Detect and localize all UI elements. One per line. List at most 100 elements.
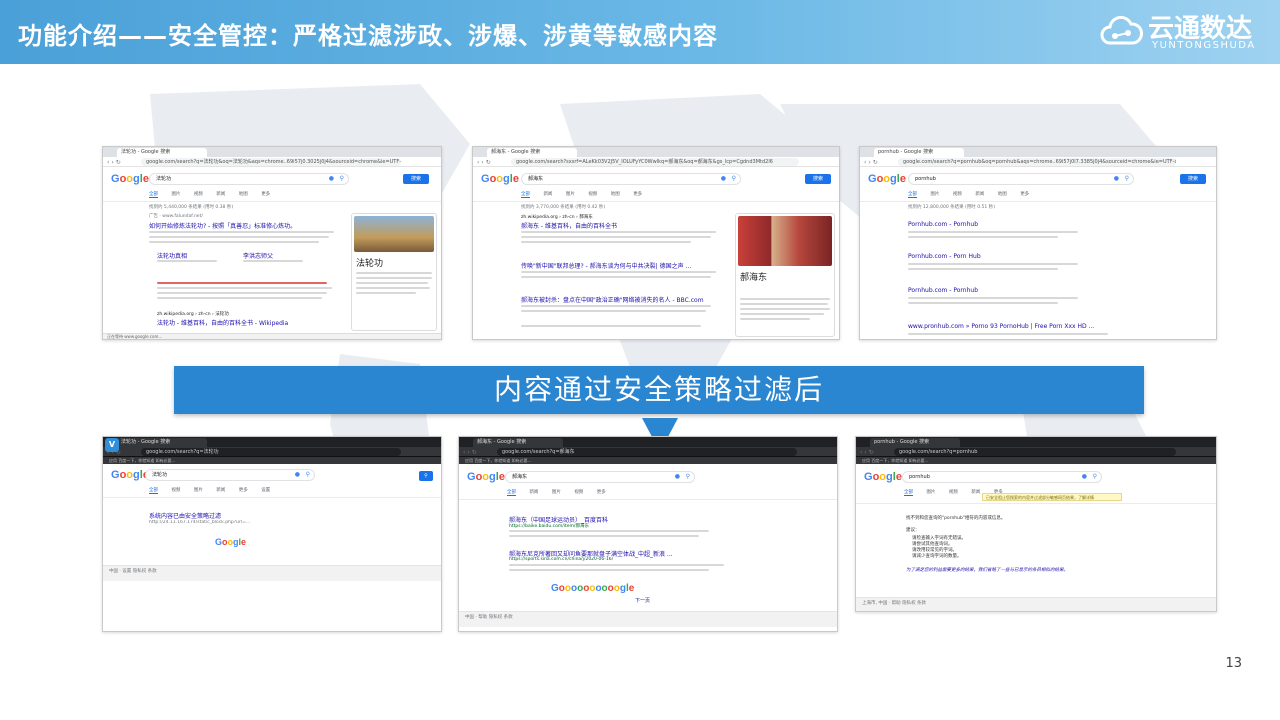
result-title-3[interactable]: Pornhub.com - Pornhub: [908, 287, 978, 294]
tab-maps[interactable]: 地图: [611, 192, 620, 197]
panel-line: [740, 313, 824, 315]
search-button[interactable]: ⚲: [419, 471, 433, 481]
search-button[interactable]: 搜索: [403, 174, 429, 184]
nav-arrows-icon[interactable]: ‹›↻: [463, 449, 479, 456]
tab-news[interactable]: 新闻: [216, 488, 225, 493]
omitted-results-note[interactable]: 为了满足您的利益需要更多的结果，我们省略了一些与已显示的条目相似的结果。: [906, 567, 1106, 574]
tab-all[interactable]: 全部: [149, 192, 158, 198]
nav-arrows-icon[interactable]: ‹›↻: [860, 449, 876, 456]
tab-news[interactable]: 新闻: [529, 490, 538, 495]
result-title-2[interactable]: 法轮功 - 维基百科，自由的百科全书 - Wikipedia: [157, 318, 337, 327]
tab-images[interactable]: 图片: [566, 192, 575, 197]
tab-settings[interactable]: 设置: [261, 488, 270, 493]
browser-tab[interactable]: 郝海东 - Google 搜索: [487, 148, 577, 157]
tab-videos[interactable]: 视频: [574, 490, 583, 495]
tab-all[interactable]: 全部: [507, 490, 516, 496]
tab-news[interactable]: 新闻: [216, 192, 225, 197]
url-field[interactable]: google.com/search?q=郝海东: [497, 448, 797, 456]
pager[interactable]: Goooooooooogle: [551, 583, 634, 594]
tab-maps[interactable]: 地图: [998, 192, 1007, 197]
search-input[interactable]: 郝海东 ● ⚲: [521, 173, 741, 185]
search-input[interactable]: 法轮功 ● ⚲: [145, 469, 315, 481]
mic-icon[interactable]: ●: [675, 472, 680, 482]
url-field[interactable]: google.com/search?sxsrf=ALeKk03V2J5V_IOL…: [511, 158, 799, 166]
search-icon[interactable]: ⚲: [732, 174, 736, 184]
search-input[interactable]: pornhub ● ⚲: [902, 471, 1102, 483]
search-icon[interactable]: ⚲: [1093, 472, 1097, 482]
browser-tab[interactable]: pornhub - Google 搜索: [870, 438, 960, 447]
tab-all[interactable]: 全部: [904, 490, 913, 496]
tab-videos[interactable]: 视频: [953, 192, 962, 197]
mic-icon[interactable]: ●: [295, 470, 300, 480]
search-icon[interactable]: ⚲: [686, 472, 690, 482]
tab-videos[interactable]: 视频: [949, 490, 958, 495]
snippet-line: [149, 231, 334, 233]
next-page-link[interactable]: 下一页: [635, 597, 650, 604]
tab-more[interactable]: 更多: [239, 488, 248, 493]
google-logo[interactable]: Google: [481, 173, 519, 185]
bookmarks-bar[interactable]: 应用 百度一下，你就知道 如有必要...: [856, 457, 1216, 464]
nav-arrows-icon[interactable]: ‹›↻: [107, 159, 123, 166]
url-field[interactable]: google.com/search?q=pornhub: [894, 448, 1176, 456]
google-logo[interactable]: Google: [868, 173, 906, 185]
tab-all[interactable]: 全部: [521, 192, 530, 198]
url-field[interactable]: google.com/search?q=法轮功: [141, 448, 401, 456]
url-field[interactable]: google.com/search?q=法轮功&oq=法轮功&aqs=chrom…: [141, 158, 401, 166]
search-input[interactable]: 法轮功 ● ⚲: [149, 173, 349, 185]
sub-link-a[interactable]: 法轮功真相: [157, 251, 187, 260]
search-icon[interactable]: ⚲: [340, 174, 344, 184]
url-field[interactable]: google.com/search?q=pornhub&oq=pornhub&a…: [898, 158, 1176, 166]
result-title-1[interactable]: 如何开始修炼法轮功? - 按照「真善忍」标准修心炼功。: [149, 221, 339, 230]
search-icon[interactable]: ⚲: [306, 470, 310, 480]
tab-images[interactable]: 图片: [194, 488, 203, 493]
tab-more[interactable]: 更多: [1020, 192, 1029, 197]
tab-videos[interactable]: 视频: [194, 192, 203, 197]
result-title-2[interactable]: Pornhub.com - Porn Hub: [908, 253, 981, 260]
browser-tab[interactable]: 法轮功 - Google 搜索: [117, 438, 207, 447]
tab-maps[interactable]: 地图: [239, 192, 248, 197]
knowledge-panel: 法轮功: [351, 213, 437, 331]
bookmarks-bar[interactable]: 应用 百度一下，你就知道 如有必要...: [103, 457, 441, 464]
result-title-1[interactable]: Pornhub.com - Pornhub: [908, 221, 978, 228]
tab-all[interactable]: 全部: [908, 192, 917, 198]
tab-news[interactable]: 新闻: [971, 490, 980, 495]
tab-images[interactable]: 图片: [171, 192, 180, 197]
search-button[interactable]: 搜索: [1180, 174, 1206, 184]
search-icon[interactable]: ⚲: [1125, 174, 1129, 184]
google-logo[interactable]: Google: [111, 469, 149, 481]
tab-all[interactable]: 全部: [149, 488, 158, 494]
tab-news[interactable]: 新闻: [975, 192, 984, 197]
google-logo[interactable]: Google: [467, 471, 505, 483]
search-button[interactable]: 搜索: [805, 174, 831, 184]
tab-news[interactable]: 新闻: [543, 192, 552, 197]
snippet-line: [509, 564, 724, 566]
bookmarks-bar[interactable]: 应用 百度一下，你就知道 如有必要...: [459, 457, 837, 464]
result-title-3[interactable]: 郝海东被封杀：盘点在中国"政治正确"网络被消失的名人 - BBC.com: [521, 295, 721, 304]
tab-videos[interactable]: 视频: [171, 488, 180, 493]
google-logo[interactable]: Google: [864, 471, 902, 483]
search-input[interactable]: pornhub ● ⚲: [908, 173, 1134, 185]
mic-icon[interactable]: ●: [329, 174, 334, 184]
browser-tab[interactable]: 法轮功 - Google 搜索: [117, 148, 207, 157]
google-logo[interactable]: Google: [111, 173, 149, 185]
mic-icon[interactable]: ●: [721, 174, 726, 184]
tab-images[interactable]: 图片: [930, 192, 939, 197]
tab-videos[interactable]: 视频: [588, 192, 597, 197]
tab-images[interactable]: 图片: [926, 490, 935, 495]
sub-link-b[interactable]: 李洪志师父: [243, 251, 273, 260]
result-title-2[interactable]: 传唤"新中国"联邦总理? - 郝海东谈为何与中共决裂| 德国之声 ...: [521, 261, 721, 270]
result-title-1[interactable]: 郝海东 - 维基百科，自由的百科全书: [521, 221, 721, 230]
tab-images[interactable]: 图片: [552, 490, 561, 495]
result-title-4[interactable]: www.pronhub.com » Porno 93 PornoHub | Fr…: [908, 323, 1138, 330]
mic-icon[interactable]: ●: [1114, 174, 1119, 184]
search-input[interactable]: 郝海东 ● ⚲: [505, 471, 695, 483]
nav-arrows-icon[interactable]: ‹›↻: [477, 159, 493, 166]
tab-more[interactable]: 更多: [597, 490, 606, 495]
tab-more[interactable]: 更多: [261, 192, 270, 197]
browser-tab[interactable]: pornhub - Google 搜索: [874, 148, 964, 157]
mic-icon[interactable]: ●: [1082, 472, 1087, 482]
nav-arrows-icon[interactable]: ‹›↻: [864, 159, 880, 166]
tab-more[interactable]: 更多: [633, 192, 642, 197]
browser-tab[interactable]: 郝海东 - Google 搜索: [473, 438, 563, 447]
snippet-line: [521, 231, 716, 233]
